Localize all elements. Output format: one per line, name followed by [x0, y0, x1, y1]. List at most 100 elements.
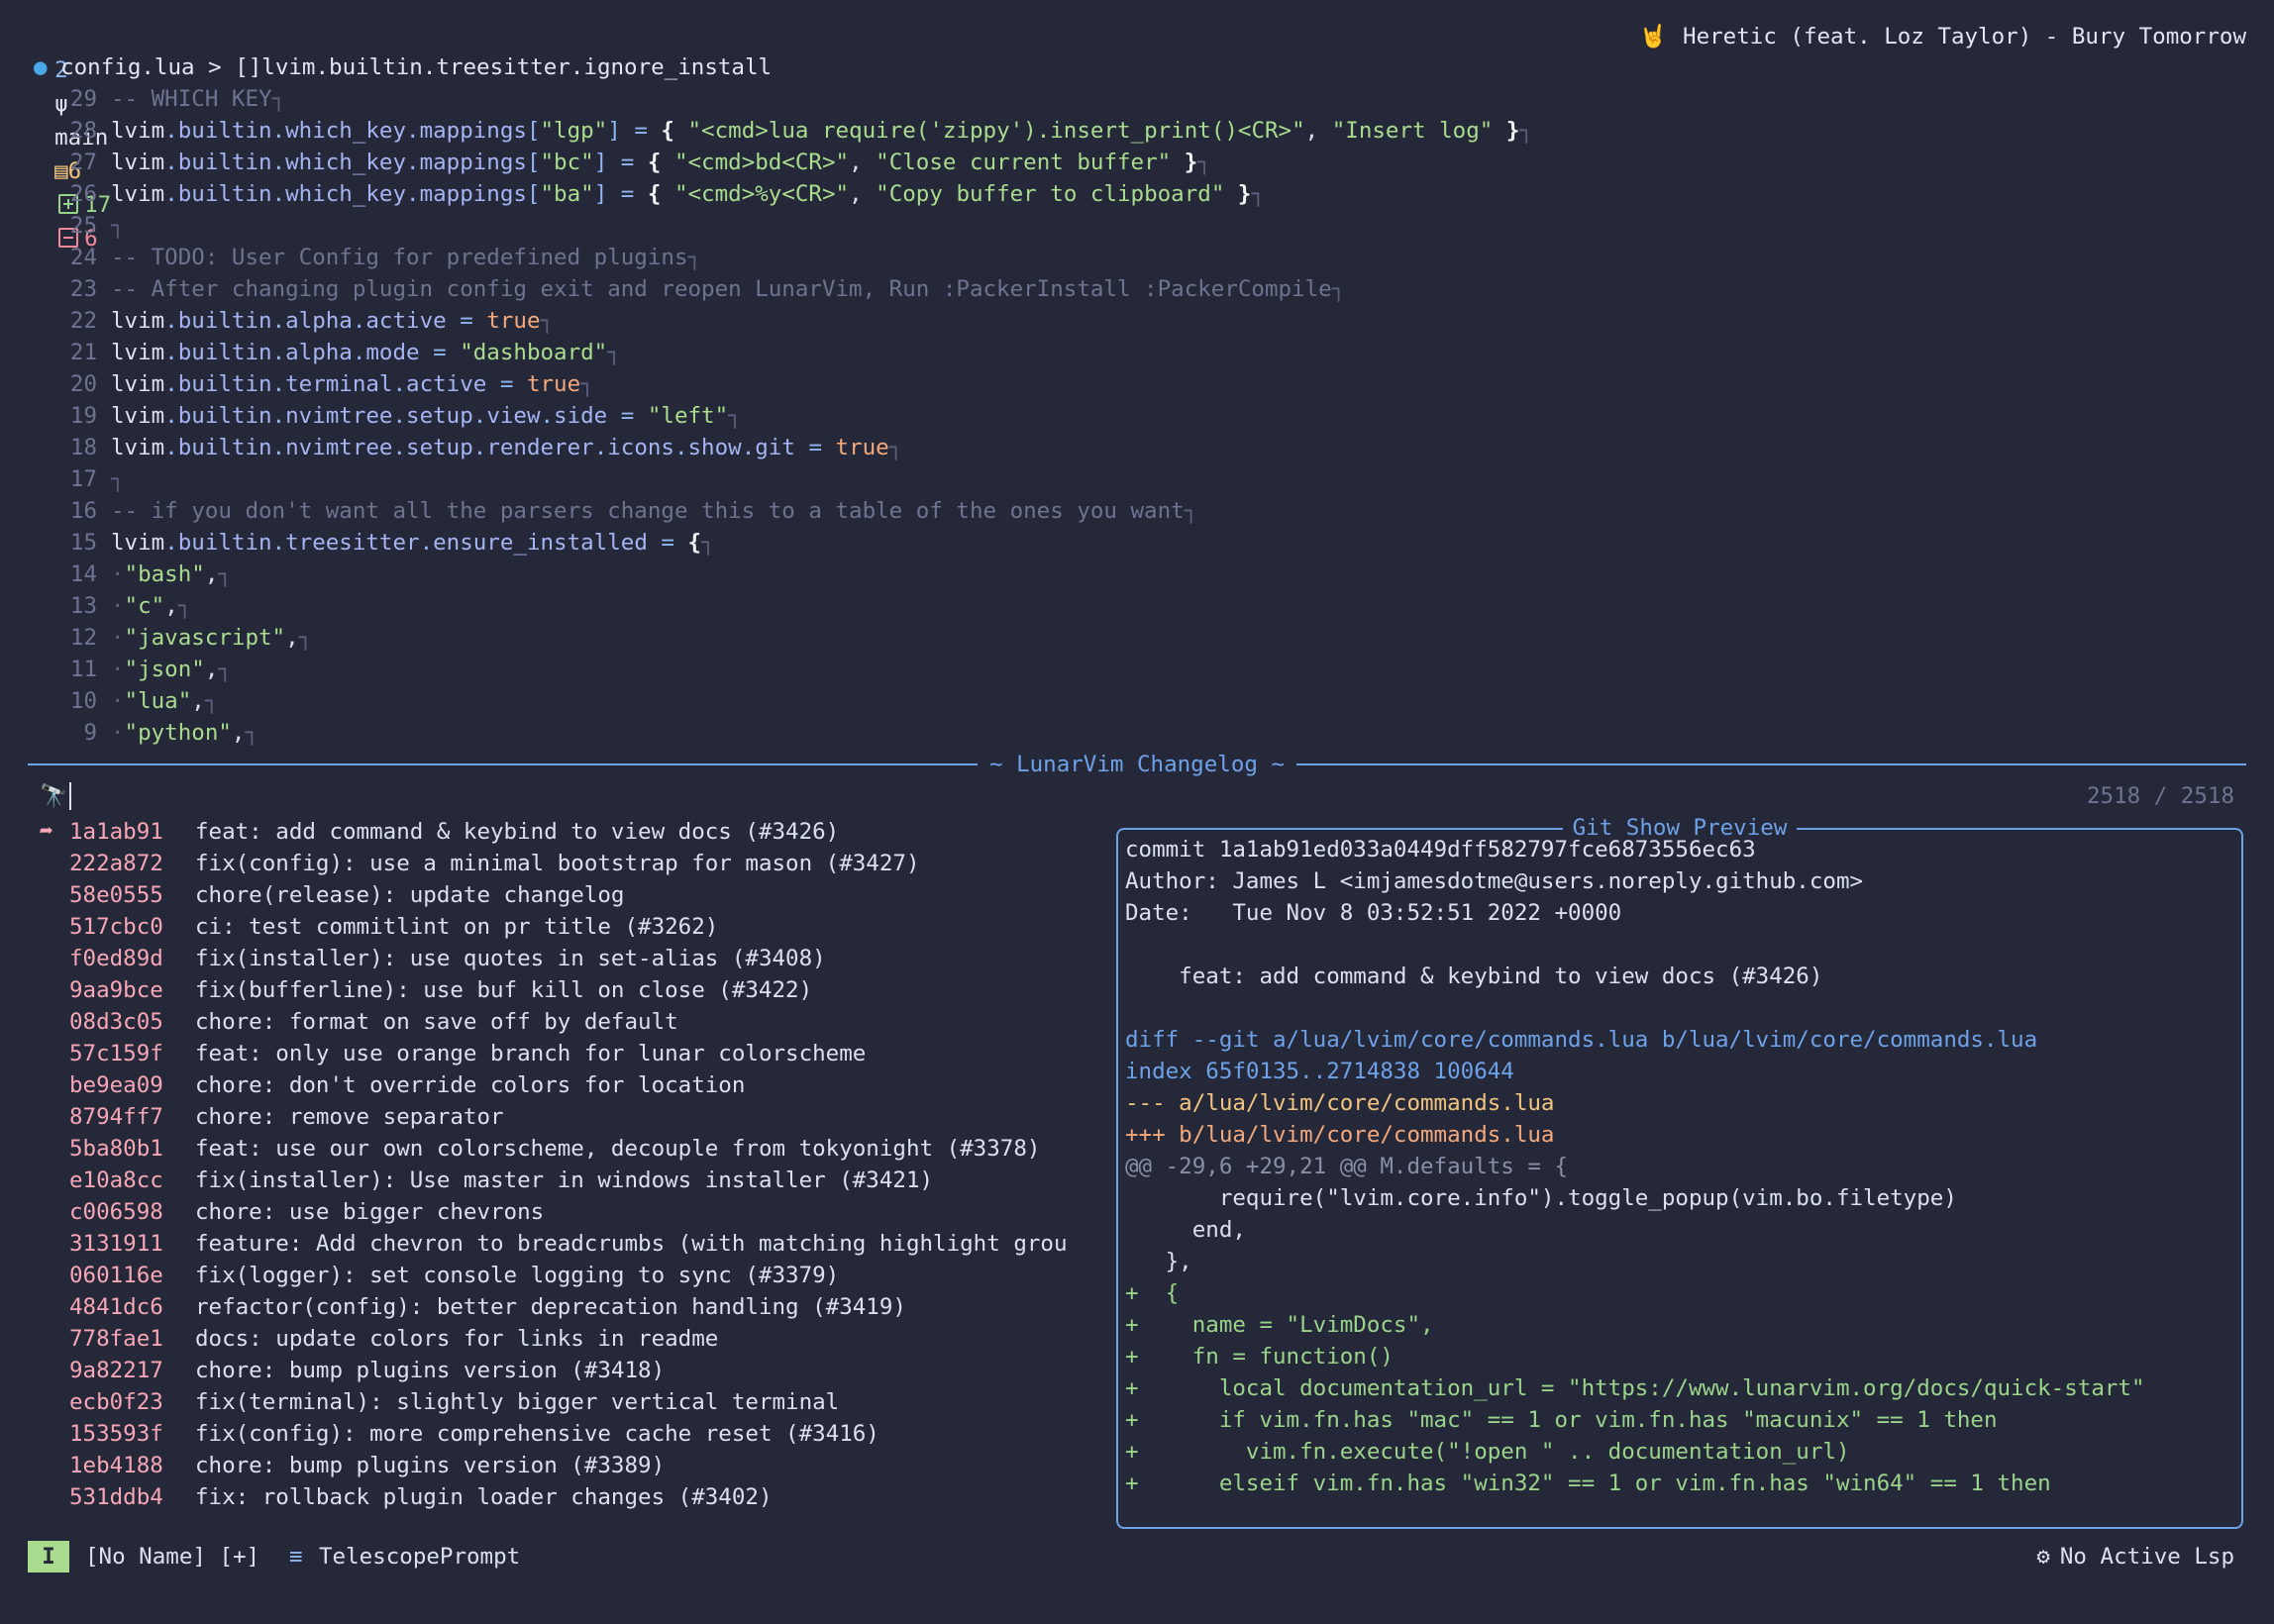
result-row[interactable]: ecb0f23 fix(terminal): slightly bigger ve… — [0, 1386, 1099, 1418]
code-line-text: lvim.builtin.which_key.mappings["lgp"] =… — [111, 118, 1520, 144]
code-line[interactable]: lvim.builtin.nvimtree.setup.view.side = … — [111, 400, 742, 432]
commit-hash: 57c159f — [69, 1041, 163, 1066]
code-line[interactable]: -- After changing plugin config exit and… — [111, 273, 1345, 305]
array-symbol-icon: [] — [235, 54, 262, 80]
line-number: 16 — [69, 498, 97, 524]
preview-line: end, — [1125, 1217, 1246, 1243]
breadcrumb-symbol[interactable]: lvim.builtin.treesitter.ignore_install — [261, 54, 772, 80]
commit-hash: 8794ff7 — [69, 1104, 163, 1130]
result-row[interactable]: c006598 chore: use bigger chevrons — [0, 1196, 1099, 1228]
code-line-text: lvim.builtin.alpha.active = true — [111, 308, 541, 334]
code-line[interactable]: ┐ — [111, 463, 125, 495]
commit-hash: 222a872 — [69, 851, 163, 876]
preview-line: + vim.fn.execute("!open " .. documentati… — [1125, 1439, 1850, 1465]
preview-line: + fn = function() — [1125, 1344, 1394, 1370]
result-row[interactable]: ➦ 1a1ab91 feat: add command & keybind to v… — [0, 816, 1099, 848]
result-row[interactable]: 1eb4188 chore: bump plugins version (#338… — [0, 1450, 1099, 1481]
line-number: 29 — [69, 86, 97, 112]
commit-message: ci: test commitlint on pr title (#3262) — [195, 914, 719, 940]
result-row[interactable]: 9a82217 chore: bump plugins version (#341… — [0, 1355, 1099, 1386]
result-row[interactable]: e10a8cc fix(installer): Use master in win… — [0, 1165, 1099, 1196]
gears-icon: ⚙ — [2036, 1544, 2050, 1570]
commit-hash: 08d3c05 — [69, 1009, 163, 1035]
result-row[interactable]: 3131911 feature: Add chevron to breadcrum… — [0, 1228, 1099, 1260]
code-line[interactable]: lvim.builtin.alpha.active = true┐ — [111, 305, 554, 337]
code-line[interactable]: ·"python",┐ — [111, 717, 258, 749]
code-line[interactable]: lvim.builtin.which_key.mappings["bc"] = … — [111, 147, 1211, 178]
preview-line: --- a/lua/lvim/core/commands.lua — [1125, 1090, 1555, 1116]
code-line[interactable]: ·"json",┐ — [111, 654, 232, 685]
result-row[interactable]: 517cbc0 ci: test commitlint on pr title (… — [0, 911, 1099, 943]
commit-message: fix(terminal): slightly bigger vertical … — [195, 1389, 840, 1415]
code-line[interactable]: ·"bash",┐ — [111, 558, 232, 590]
result-row[interactable]: 4841dc6 refactor(config): better deprecat… — [0, 1291, 1099, 1323]
lsp-status-text: No Active Lsp — [2059, 1544, 2234, 1570]
end-of-line-marker: ┐ — [245, 720, 259, 746]
preview-line: require("lvim.core.info").toggle_popup(v… — [1125, 1185, 1957, 1211]
preview-body: commit 1a1ab91ed033a0449dff582797fce6873… — [1125, 830, 2235, 1527]
code-line-text: -- if you don't want all the parsers cha… — [111, 498, 1185, 524]
code-line[interactable]: lvim.builtin.treesitter.ensure_installed… — [111, 527, 715, 558]
code-line[interactable]: lvim.builtin.nvimtree.setup.renderer.ico… — [111, 432, 902, 463]
commit-message: fix(logger): set console logging to sync… — [195, 1263, 840, 1288]
code-line[interactable]: ·"javascript",┐ — [111, 622, 312, 654]
code-editor[interactable]: 29 -- WHICH KEY┐ 28 lvim.builtin.which_key.… — [0, 83, 2274, 749]
commit-hash: f0ed89d — [69, 946, 163, 971]
result-row[interactable]: 9aa9bce fix(bufferline): use buf kill on … — [0, 974, 1099, 1006]
code-line[interactable]: lvim.builtin.terminal.active = true┐ — [111, 368, 594, 400]
prompt-cursor[interactable] — [69, 782, 71, 810]
result-row[interactable]: 060116e fix(logger): set console logging … — [0, 1260, 1099, 1291]
telescope-results[interactable]: ➦ 1a1ab91 feat: add command & keybind to v… — [0, 812, 1099, 1515]
result-row[interactable]: 57c159f feat: only use orange branch for … — [0, 1038, 1099, 1069]
preview-line: commit 1a1ab91ed033a0449dff582797fce6873… — [1125, 837, 1756, 863]
result-row[interactable]: 531ddb4 fix: rollback plugin loader chang… — [0, 1481, 1099, 1513]
result-row[interactable]: 778fae1 docs: update colors for links in … — [0, 1323, 1099, 1355]
code-line-text: ·"lua", — [111, 688, 205, 714]
commit-message: refactor(config): better deprecation han… — [195, 1294, 906, 1320]
code-line[interactable]: lvim.builtin.alpha.mode = "dashboard"┐ — [111, 337, 621, 368]
code-line[interactable]: ┐ — [111, 210, 125, 242]
breadcrumb-file[interactable]: config.lua — [60, 54, 194, 80]
result-row[interactable]: 153593f fix(config): more comprehensive c… — [0, 1418, 1099, 1450]
lua-file-icon: ● — [34, 54, 48, 80]
result-row[interactable]: 222a872 fix(config): use a minimal bootst… — [0, 848, 1099, 879]
commit-message: feature: Add chevron to breadcrumbs (wit… — [195, 1231, 1068, 1257]
song-title: Heretic (feat. Loz Taylor) - Bury Tomorr… — [1683, 24, 2246, 50]
preview-line: + if vim.fn.has "mac" == 1 or vim.fn.has… — [1125, 1407, 1998, 1433]
commit-hash: 517cbc0 — [69, 914, 163, 940]
code-line[interactable]: ·"c",┐ — [111, 590, 191, 622]
telescope-title: ~ LunarVim Changelog ~ — [977, 752, 1296, 777]
preview-line: +++ b/lua/lvim/core/commands.lua — [1125, 1122, 1555, 1148]
result-row[interactable]: 58e0555 chore(release): update changelog — [0, 879, 1099, 911]
line-number: 15 — [69, 530, 97, 556]
code-line-text: lvim.builtin.alpha.mode = "dashboard" — [111, 340, 608, 365]
preview-line: + { — [1125, 1280, 1180, 1306]
commit-message: fix: rollback plugin loader changes (#34… — [195, 1484, 773, 1510]
code-line[interactable]: -- TODO: User Config for predefined plug… — [111, 242, 701, 273]
preview-line: }, — [1125, 1249, 1192, 1274]
result-row[interactable]: 5ba80b1 feat: use our own colorscheme, de… — [0, 1133, 1099, 1165]
code-line[interactable]: -- WHICH KEY┐ — [111, 83, 285, 115]
code-line[interactable]: ·"lua",┐ — [111, 685, 218, 717]
result-row[interactable]: 08d3c05 chore: format on save off by defa… — [0, 1006, 1099, 1038]
result-row[interactable]: be9ea09 chore: don't override colors for … — [0, 1069, 1099, 1101]
code-line-text: ·"python", — [111, 720, 246, 746]
code-line[interactable]: -- if you don't want all the parsers cha… — [111, 495, 1197, 527]
commit-hash: ecb0f23 — [69, 1389, 163, 1415]
code-line-text: lvim.builtin.nvimtree.setup.renderer.ico… — [111, 435, 889, 460]
result-row[interactable]: f0ed89d fix(installer): use quotes in set… — [0, 943, 1099, 974]
line-number: 9 — [83, 720, 97, 746]
commit-message: chore: format on save off by default — [195, 1009, 678, 1035]
line-number: 27 — [69, 150, 97, 175]
code-line-text: lvim.builtin.which_key.mappings["bc"] = … — [111, 150, 1198, 175]
code-line[interactable]: lvim.builtin.which_key.mappings["lgp"] =… — [111, 115, 1533, 147]
breadcrumb-separator: > — [194, 54, 236, 80]
end-of-line-marker: ┐ — [1197, 150, 1211, 175]
result-row[interactable]: 8794ff7 chore: remove separator — [0, 1101, 1099, 1133]
code-line-text: lvim.builtin.nvimtree.setup.view.side = … — [111, 403, 729, 429]
commit-hash: 1eb4188 — [69, 1453, 163, 1478]
code-line[interactable]: lvim.builtin.which_key.mappings["ba"] = … — [111, 178, 1265, 210]
line-number: 22 — [69, 308, 97, 334]
commit-hash: c006598 — [69, 1199, 163, 1225]
end-of-line-marker: ┐ — [888, 435, 903, 460]
